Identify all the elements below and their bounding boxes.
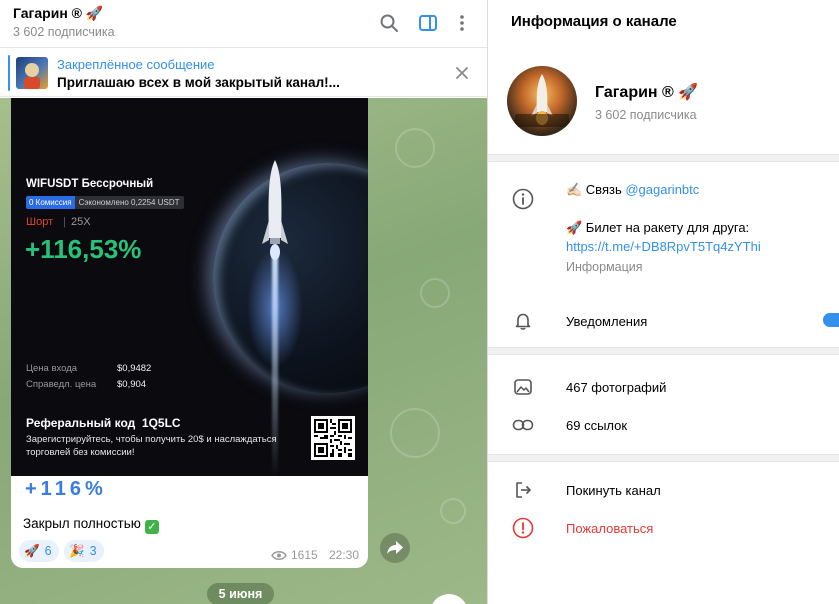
channel-avatar[interactable] [507,66,577,136]
ticket-link[interactable]: https://t.me/+DB8RpvT5Tq4zYThi [566,239,761,254]
referral-line: Реферальный код 1Q5LC [26,416,181,430]
channel-subscribers: 3 602 подписчика [595,108,697,122]
views-count: 1615 [291,548,318,562]
report-icon [512,517,534,539]
section-divider [488,347,839,355]
closed-line: Закрыл полностью ✓ [23,516,159,534]
chat-pane: Гагарин ® 🚀 3 602 подписчика Закреплённо… [0,0,487,604]
bell-icon [512,310,534,332]
background-doodle [440,498,466,524]
reaction-count: 3 [89,544,97,558]
post-time: 22:30 [329,548,360,562]
big-percent: +116% [25,478,107,500]
photos-item[interactable]: 467 фотографий [566,380,666,395]
closed-text: Закрыл полностью [23,516,141,531]
link-icon [512,414,534,436]
channel-info-panel: Информация о канале Гагарин ® 🚀 3 602 по… [488,0,839,604]
leverage: 25X [71,216,91,228]
reaction-count: 6 [44,544,52,558]
links-item[interactable]: 69 ссылок [566,418,627,433]
saved-badge: Сэкономлено 0,2254 USDT [74,196,184,209]
pinned-text: Приглашаю всех в мой закрытый канал!... [57,75,340,90]
background-doodle [390,408,440,458]
contact-line: ✍🏻 Связь @gagarinbtc [566,182,699,198]
rocket-emoji: 🚀 [24,543,40,558]
reaction-party[interactable]: 🎉 3 [64,540,104,562]
chat-title[interactable]: Гагарин ® 🚀 [13,5,103,22]
photo-icon [512,376,534,398]
leave-channel-button[interactable]: Покинуть канал [566,483,661,498]
pinned-title: Закреплённое сообщение [57,57,215,72]
chat-header[interactable]: Гагарин ® 🚀 3 602 подписчика [0,0,487,48]
pinned-message-bar[interactable]: Закреплённое сообщение Приглашаю всех в … [0,49,487,97]
party-emoji: 🎉 [69,543,85,558]
profit-percent: +116,53% [25,234,142,264]
notifications-label[interactable]: Уведомления [566,314,647,329]
referral-code: 1Q5LC [141,416,181,430]
info-label: Информация [566,260,643,274]
info-icon [512,188,534,210]
scroll-down-button[interactable] [430,594,468,604]
fee-badge: 0 Комиссия [26,196,75,209]
checkmark-icon: ✓ [144,520,159,534]
pair-label: WIFUSDT Бессрочный [26,178,154,190]
fair-price-value: $0,904 [117,379,147,390]
qr-code [311,416,355,460]
views: 1615 [271,548,318,562]
entry-price-label: Цена входа [26,363,78,374]
fee-badges: 0 Комиссия Сэкономлено 0,2254 USDT [26,196,184,209]
forward-icon [387,541,403,554]
background-doodle [420,278,450,308]
eye-icon [271,550,287,560]
fair-price-label: Справедл. цена [26,379,97,390]
channel-post[interactable]: WIFUSDT Бессрочный 0 Комиссия Сэкономлен… [11,98,368,568]
register-text: Зарегистрируйтесь, чтобы получить 20$ и … [26,434,277,458]
section-divider [488,154,839,162]
side-separator: | [63,216,66,228]
forward-button[interactable] [380,533,410,563]
channel-name: Гагарин ® 🚀 [595,84,699,101]
pinned-thumbnail [16,57,48,89]
chat-background: WIFUSDT Бессрочный 0 Комиссия Сэкономлен… [0,98,487,604]
ticket-text: 🚀 Билет на ракету для друга: [566,220,750,235]
contact-handle-link[interactable]: @gagarinbtc [625,182,699,197]
more-vertical-icon[interactable] [450,11,474,35]
leave-icon [512,479,534,501]
report-button[interactable]: Пожаловаться [566,521,653,536]
position-side: Шорт [26,216,54,228]
post-image[interactable]: WIFUSDT Бессрочный 0 Комиссия Сэкономлен… [11,98,368,476]
entry-price-value: $0,9482 [117,363,152,374]
section-divider [488,454,839,462]
panel-title: Информация о канале [511,13,677,30]
contact-prefix: ✍🏻 Связь [566,182,622,197]
referral-label: Реферальный код [26,416,136,430]
background-doodle [395,128,435,168]
reaction-rocket[interactable]: 🚀 6 [19,540,59,562]
sidebar-toggle-icon[interactable] [416,11,440,35]
rocket-icon [262,160,288,260]
chat-subscribers: 3 602 подписчика [13,25,115,39]
search-icon[interactable] [377,11,401,35]
date-separator: 5 июня [207,583,274,604]
close-icon[interactable] [452,63,472,83]
pinned-indicator [8,55,10,91]
notifications-toggle[interactable] [823,313,839,327]
